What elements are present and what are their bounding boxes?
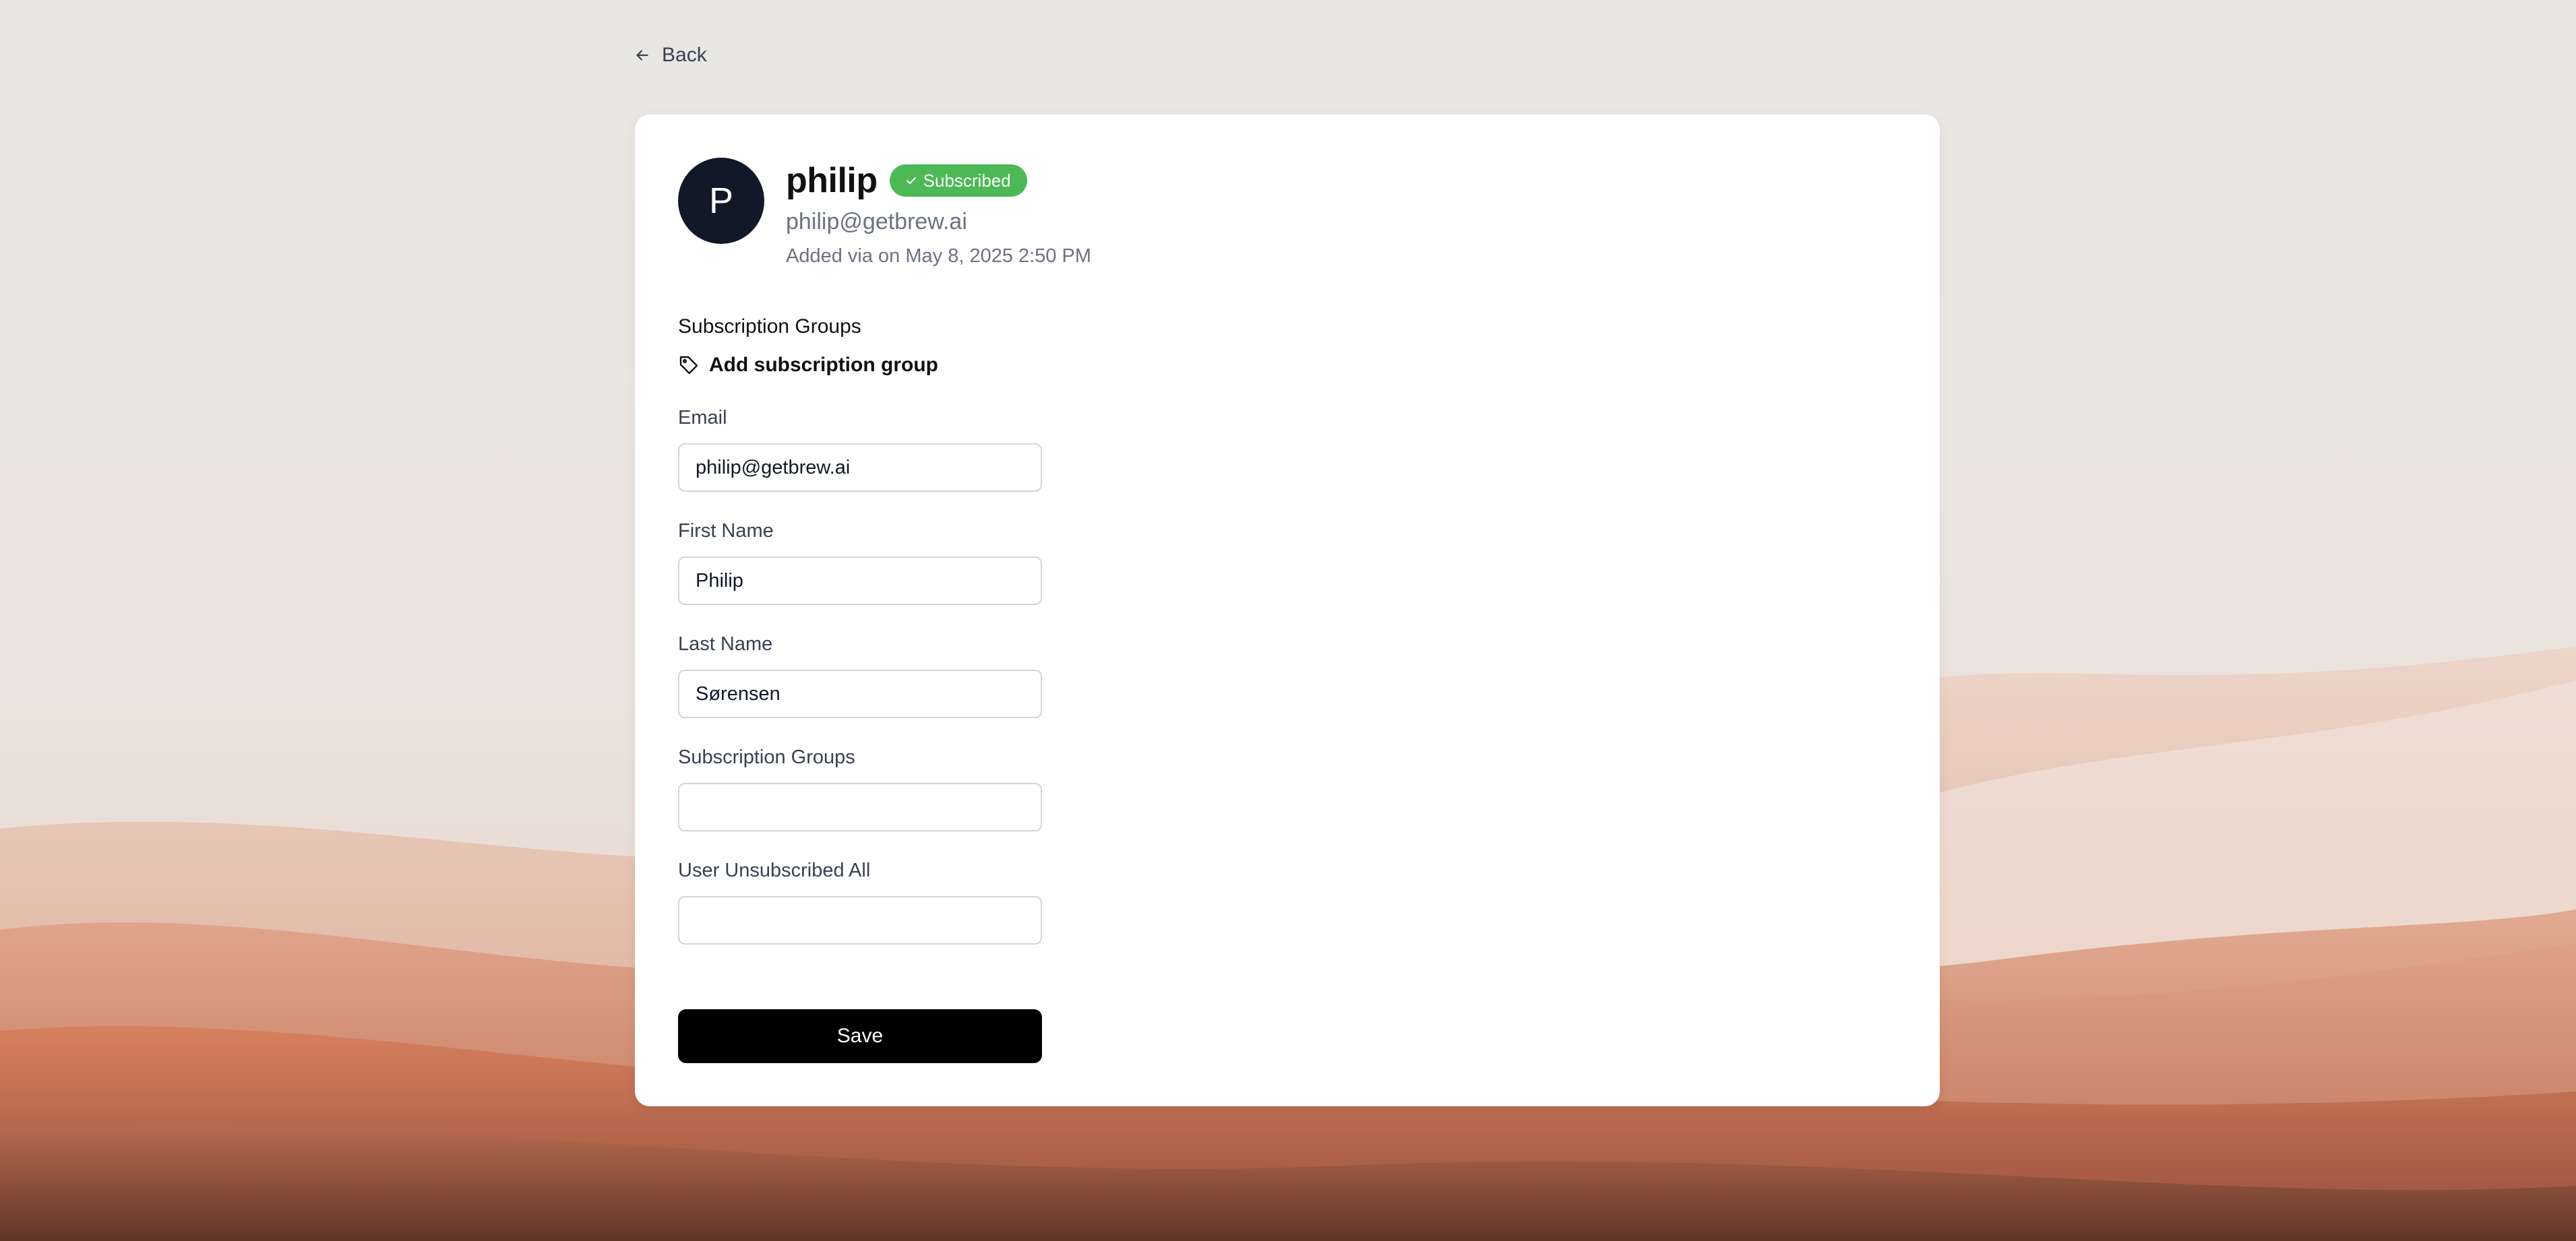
added-meta: Added via on May 8, 2025 2:50 PM bbox=[786, 245, 1092, 267]
arrow-left-icon bbox=[636, 50, 648, 61]
last-name-label: Last Name bbox=[678, 633, 773, 655]
contact-card: P philip Subscribed philip@getbrew.ai Ad… bbox=[635, 115, 1940, 1106]
first-name-field[interactable] bbox=[678, 556, 1042, 605]
save-button[interactable]: Save bbox=[678, 1009, 1042, 1063]
contact-name: philip bbox=[786, 161, 878, 200]
add-subscription-group-label: Add subscription group bbox=[709, 354, 938, 376]
last-name-field[interactable] bbox=[678, 670, 1042, 718]
email-field[interactable] bbox=[678, 443, 1042, 492]
tag-icon bbox=[679, 356, 698, 375]
subscription-groups-label: Subscription Groups bbox=[678, 746, 855, 768]
back-link[interactable]: Back bbox=[634, 40, 707, 70]
email-field-group: Email bbox=[678, 404, 1042, 492]
user-unsubscribed-all-field[interactable] bbox=[678, 896, 1042, 945]
add-subscription-group-button[interactable]: Add subscription group bbox=[678, 350, 938, 380]
status-badge: Subscribed bbox=[889, 164, 1027, 197]
subscription-groups-field-group: Subscription Groups bbox=[678, 744, 1042, 831]
contact-email: philip@getbrew.ai bbox=[786, 209, 967, 234]
subscription-groups-field[interactable] bbox=[678, 783, 1042, 831]
subscription-groups-heading: Subscription Groups bbox=[678, 315, 861, 338]
status-label: Subscribed bbox=[923, 170, 1011, 191]
name-row: philip Subscribed bbox=[786, 158, 1027, 203]
back-label: Back bbox=[662, 44, 707, 66]
last-name-field-group: Last Name bbox=[678, 631, 1042, 718]
user-unsubscribed-all-field-group: User Unsubscribed All bbox=[678, 857, 1042, 945]
email-label: Email bbox=[678, 407, 727, 428]
check-icon bbox=[906, 177, 916, 185]
first-name-field-group: First Name bbox=[678, 517, 1042, 605]
first-name-label: First Name bbox=[678, 520, 774, 542]
user-unsubscribed-all-label: User Unsubscribed All bbox=[678, 860, 871, 881]
avatar: P bbox=[678, 158, 764, 244]
